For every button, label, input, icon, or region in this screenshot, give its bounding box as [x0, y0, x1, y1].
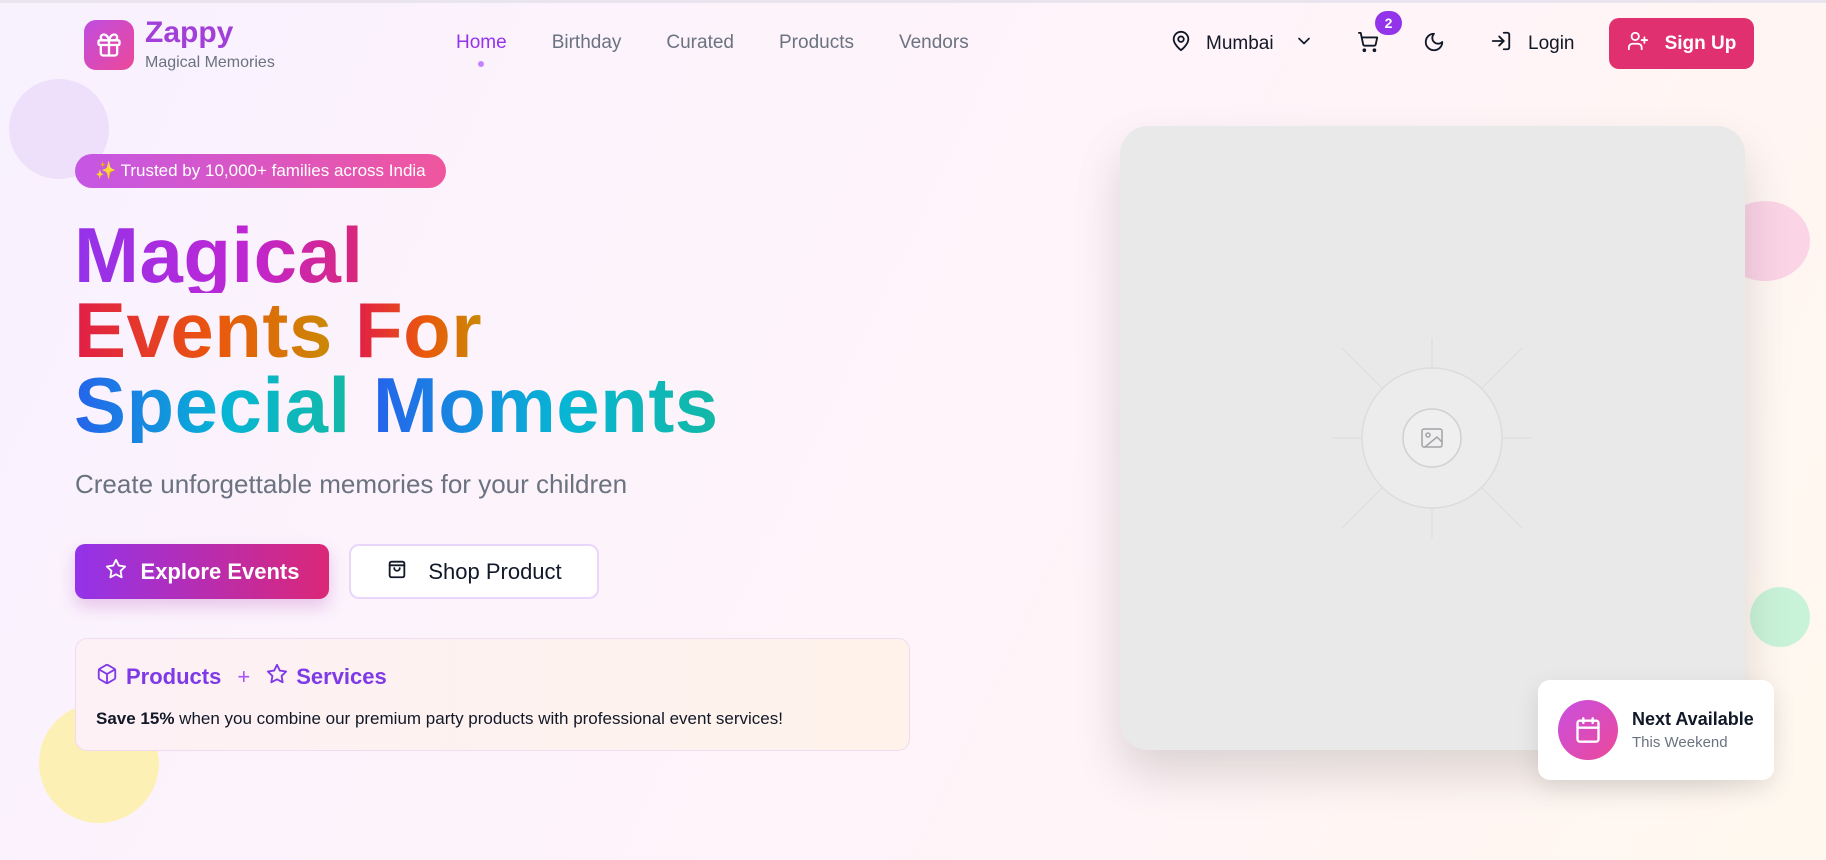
main-nav: Home Birthday Curated Products Vendors [456, 32, 1014, 67]
combo-save-text: Save 15% [96, 709, 175, 728]
next-available-card: Next Available This Weekend [1538, 680, 1774, 780]
combo-offer-card: Products + Services Save 15% when you co… [75, 638, 910, 751]
map-pin-icon [1170, 30, 1192, 58]
headline-word-for: For [354, 286, 483, 374]
login-button[interactable]: Login [1490, 30, 1575, 58]
login-icon [1490, 30, 1512, 58]
decorative-circle-green [1750, 587, 1810, 647]
hero-headline: Magical Events For Special Moments [74, 211, 719, 449]
nav-item-vendors[interactable]: Vendors [899, 32, 969, 54]
image-placeholder [1332, 338, 1532, 538]
combo-services-label: Services [296, 664, 387, 689]
explore-events-label: Explore Events [140, 558, 300, 584]
combo-products-label: Products [126, 664, 222, 689]
headline-line-1: Magical [74, 211, 364, 299]
cart-icon [1357, 31, 1379, 58]
shop-product-button[interactable]: Shop Product [349, 544, 599, 599]
user-plus-icon [1627, 30, 1649, 58]
next-available-title: Next Available [1632, 709, 1754, 729]
nav-item-birthday[interactable]: Birthday [552, 32, 622, 54]
next-available-subtitle: This Weekend [1632, 734, 1728, 751]
combo-plus-sign: + [237, 664, 251, 689]
chevron-down-icon [1294, 31, 1314, 57]
calendar-icon [1558, 700, 1618, 760]
box-icon [96, 663, 118, 691]
trust-badge: ✨ Trusted by 10,000+ families across Ind… [75, 154, 446, 188]
explore-events-button[interactable]: Explore Events [75, 544, 329, 599]
cart-count-badge: 2 [1375, 11, 1402, 35]
signup-label: Sign Up [1664, 32, 1737, 54]
hero-image-card [1120, 126, 1745, 750]
star-icon [266, 663, 288, 691]
shop-product-label: Shop Product [428, 558, 562, 584]
login-label: Login [1528, 33, 1575, 54]
location-selector[interactable]: Mumbai [1170, 30, 1314, 58]
nav-item-products[interactable]: Products [779, 32, 854, 54]
image-icon [1420, 427, 1444, 454]
cart-button[interactable] [1354, 30, 1382, 58]
moon-icon [1423, 31, 1445, 58]
combo-description: Save 15% when you combine our premium pa… [96, 709, 889, 729]
nav-item-curated[interactable]: Curated [666, 32, 734, 54]
nav-item-home[interactable]: Home [456, 32, 507, 67]
brand-name: Zappy [145, 16, 234, 49]
headline-word-moments: Moments [372, 361, 719, 449]
brand-tagline: Magical Memories [145, 54, 275, 71]
theme-toggle-button[interactable] [1420, 30, 1448, 58]
headline-word-special: Special [74, 361, 351, 449]
brand-logo-link[interactable]: Zappy Magical Memories [84, 18, 275, 72]
gift-icon [84, 20, 134, 70]
headline-word-events: Events [74, 286, 333, 374]
location-label: Mumbai [1206, 33, 1274, 54]
star-icon [105, 558, 127, 586]
combo-desc-text: when you combine our premium party produ… [174, 709, 783, 728]
signup-button[interactable]: Sign Up [1609, 18, 1754, 69]
hero-subtitle: Create unforgettable memories for your c… [75, 469, 628, 499]
top-border [0, 0, 1826, 3]
shopping-bag-icon [386, 558, 408, 586]
